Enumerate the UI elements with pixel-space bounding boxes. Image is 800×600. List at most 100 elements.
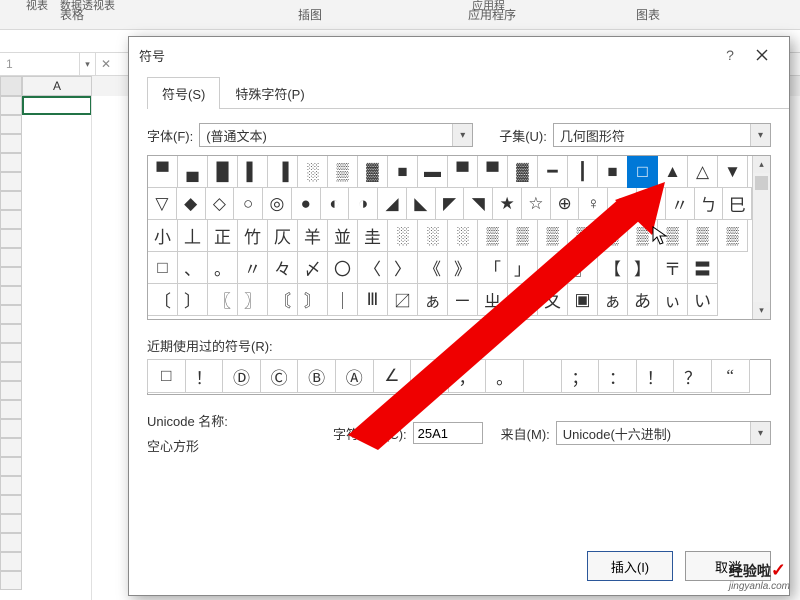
row-header[interactable] (0, 153, 22, 172)
name-box[interactable]: 1 (0, 53, 80, 75)
row-header[interactable] (0, 267, 22, 286)
symbol-cell[interactable]: 〖 (207, 283, 238, 316)
recent-symbol-cell[interactable]: Ⓓ (222, 359, 261, 393)
symbol-cell[interactable]: ▄ (177, 156, 208, 188)
symbol-cell[interactable]: ㄧ (447, 283, 478, 316)
symbol-cell[interactable]: 竹 (237, 219, 268, 252)
symbol-cell[interactable]: 》 (447, 251, 478, 284)
symbol-cell[interactable]: 夊 (537, 283, 568, 316)
symbol-cell[interactable]: 『 (537, 251, 568, 284)
recent-symbol-cell[interactable]: 。 (485, 359, 524, 393)
close-button[interactable] (745, 40, 779, 70)
recent-symbol-cell[interactable] (523, 359, 562, 393)
tab-symbols[interactable]: 符号(S) (147, 77, 220, 109)
scroll-up-icon[interactable]: ▴ (753, 156, 770, 173)
row-header[interactable] (0, 362, 22, 381)
cancel-icon[interactable]: ✕ (96, 57, 116, 71)
subset-select[interactable]: 几何图形符 ▾ (553, 123, 771, 147)
symbol-cell[interactable]: 〈 (357, 251, 388, 284)
symbol-cell[interactable]: ▽ (148, 187, 177, 220)
symbol-cell[interactable]: 〆 (297, 251, 328, 284)
symbol-cell[interactable]: ▓ (357, 156, 388, 188)
symbol-cell[interactable]: ■ (387, 156, 418, 188)
recent-symbol-cell[interactable]: ： (598, 359, 637, 393)
symbol-cell[interactable]: 圭 (357, 219, 388, 252)
row-header[interactable] (0, 343, 22, 362)
symbol-cell[interactable]: ♀ (578, 187, 608, 220)
symbol-cell[interactable]: 〘 (267, 283, 298, 316)
symbol-cell[interactable]: ● (291, 187, 321, 220)
symbol-cell[interactable]: い (687, 283, 718, 316)
row-header[interactable] (0, 134, 22, 153)
dialog-titlebar[interactable]: 符号 ? (129, 37, 789, 73)
symbol-cell[interactable]: 「 (477, 251, 508, 284)
symbol-cell[interactable]: ━ (537, 156, 568, 188)
recent-symbol-cell[interactable]: ， (448, 359, 487, 393)
insert-button[interactable]: 插入(I) (587, 551, 673, 581)
recent-symbol-cell[interactable]: ！ (636, 359, 675, 393)
symbol-cell[interactable]: 〼 (387, 283, 418, 316)
recent-symbol-cell[interactable]: ？ (673, 359, 712, 393)
symbol-cell[interactable]: ⌒ (636, 187, 666, 220)
symbol-cell[interactable]: ░ (417, 219, 448, 252)
symbol-cell[interactable]: 〉 (387, 251, 418, 284)
recent-symbol-cell[interactable]: Ⓐ (335, 359, 374, 393)
symbol-cell[interactable]: 〃 (665, 187, 695, 220)
symbol-cell[interactable]: 〓 (687, 251, 718, 284)
symbol-cell[interactable]: あ (627, 283, 658, 316)
symbol-cell[interactable]: ▀ (148, 156, 178, 188)
symbol-cell[interactable]: ◑ (348, 187, 378, 220)
recent-symbol-cell[interactable]: □ (147, 359, 186, 393)
symbol-cell[interactable]: ░ (387, 219, 418, 252)
row-header[interactable] (0, 495, 22, 514)
row-header[interactable] (0, 400, 22, 419)
symbol-cell[interactable]: ぁ (417, 283, 448, 316)
symbol-cell[interactable]: 正 (207, 219, 238, 252)
symbol-cell[interactable]: ░ (297, 156, 328, 188)
symbol-cell[interactable]: 仄 (267, 219, 298, 252)
recent-symbol-cell[interactable]: Ⓑ (297, 359, 336, 393)
symbol-scrollbar[interactable]: ▴ ▾ (752, 156, 770, 319)
symbol-cell[interactable]: 羊 (297, 219, 328, 252)
charcode-input[interactable] (413, 422, 483, 444)
symbol-cell[interactable]: 巳 (722, 187, 752, 220)
row-header[interactable] (0, 229, 22, 248)
symbol-cell[interactable]: ▒ (597, 219, 628, 252)
symbol-cell[interactable]: 小 (148, 219, 178, 252)
recent-symbol-cell[interactable]: ∠ (373, 359, 412, 393)
symbol-cell[interactable]: 【 (597, 251, 628, 284)
symbol-cell[interactable]: ◇ (205, 187, 235, 220)
symbol-cell[interactable]: ▒ (327, 156, 358, 188)
symbol-cell[interactable]: ◆ (176, 187, 206, 220)
symbol-cell[interactable]: ▌ (237, 156, 268, 188)
symbol-cell[interactable]: ◐ (320, 187, 350, 220)
symbol-cell[interactable]: ┃ (567, 156, 598, 188)
symbol-cell[interactable]: 〃 (237, 251, 268, 284)
symbol-cell[interactable]: 〔 (148, 283, 178, 316)
symbol-cell[interactable]: ぃ (657, 283, 688, 316)
row-header[interactable] (0, 210, 22, 229)
symbol-cell[interactable]: □ (627, 156, 658, 188)
row-header[interactable] (0, 533, 22, 552)
symbol-cell[interactable]: □ (148, 251, 178, 284)
row-header[interactable] (0, 191, 22, 210)
symbol-cell[interactable]: ■ (597, 156, 628, 188)
symbol-cell[interactable]: ◎ (262, 187, 292, 220)
tab-special-chars[interactable]: 特殊字符(P) (220, 77, 319, 109)
name-box-dropdown[interactable]: ▾ (80, 53, 96, 75)
symbol-cell[interactable]: 」 (507, 251, 538, 284)
symbol-cell[interactable]: ▲ (657, 156, 688, 188)
column-header-A[interactable]: A (22, 76, 92, 96)
row-header[interactable] (0, 438, 22, 457)
symbol-cell[interactable]: ▐ (267, 156, 298, 188)
row-header[interactable] (0, 381, 22, 400)
symbol-cell[interactable]: 】 (627, 251, 658, 284)
symbol-cell[interactable]: 。 (207, 251, 238, 284)
symbol-cell[interactable]: 々 (267, 251, 298, 284)
symbol-cell[interactable]: 、 (177, 251, 208, 284)
symbol-cell[interactable]: 〗 (237, 283, 268, 316)
symbol-cell[interactable]: ♂ (607, 187, 637, 220)
symbol-cell[interactable]: ◣ (406, 187, 436, 220)
symbol-cell[interactable]: ㄨ (507, 283, 538, 316)
symbol-cell[interactable]: ◢ (377, 187, 407, 220)
